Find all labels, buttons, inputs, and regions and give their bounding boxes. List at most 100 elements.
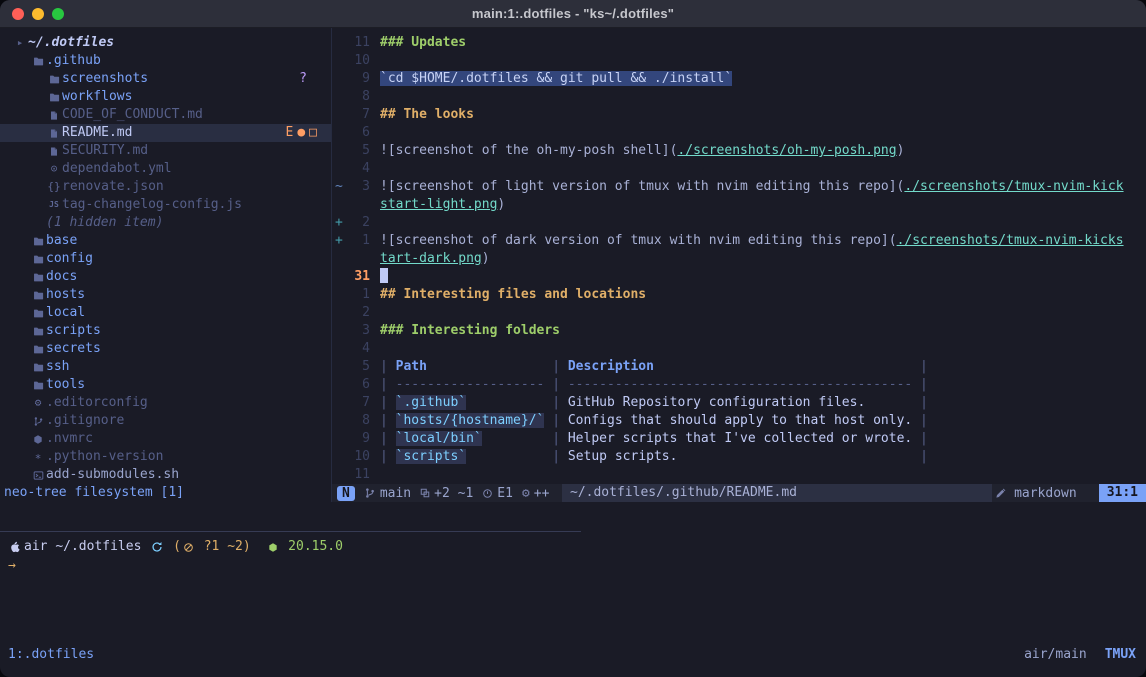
close-button[interactable] (12, 8, 24, 20)
tree-item-secrets[interactable]: secrets (0, 340, 331, 358)
tree-item-hosts[interactable]: hosts (0, 286, 331, 304)
tree-item-renovate.json[interactable]: {}renovate.json (0, 178, 331, 196)
gutter-sign (332, 250, 342, 268)
cursor-position: 31:1 (1099, 484, 1146, 502)
tree-item-scripts[interactable]: scripts (0, 322, 331, 340)
editor-line[interactable]: 31 (332, 268, 1146, 286)
diff-icon (420, 488, 430, 498)
editor-line[interactable]: 11### Updates (332, 34, 1146, 52)
apple-icon (10, 540, 22, 554)
minimize-button[interactable] (32, 8, 44, 20)
gutter-sign (332, 160, 342, 178)
line-text: ## Interesting files and locations (380, 286, 646, 304)
shell-host: air (24, 538, 47, 556)
editor-line[interactable]: 4 (332, 160, 1146, 178)
tree-item-security.md[interactable]: SECURITY.md (0, 142, 331, 160)
tree-item-readme.md[interactable]: README.mdE●□ (0, 124, 331, 142)
gutter-sign (332, 466, 342, 484)
editor-line[interactable]: start-light.png) (332, 196, 1146, 214)
editor-line[interactable]: 9`cd $HOME/.dotfiles && git pull && ./in… (332, 70, 1146, 88)
editor-line[interactable]: 5| Path | Description | (332, 358, 1146, 376)
shell-prompt-char[interactable]: → (8, 557, 16, 575)
tree-item-tag-changelog-config.js[interactable]: JStag-changelog-config.js (0, 196, 331, 214)
line-text: ### Updates (380, 34, 466, 52)
tree-item-label: hosts (46, 286, 85, 304)
tmux-pane-divider[interactable] (0, 531, 581, 532)
folder-icon (46, 74, 62, 85)
tree-item-.python-version[interactable]: ∗.python-version (0, 448, 331, 466)
editor-line[interactable]: 2 (332, 304, 1146, 322)
gutter-sign (332, 358, 342, 376)
line-text: ![screenshot of the oh-my-posh shell](./… (380, 142, 904, 160)
editor-line[interactable]: tart-dark.png) (332, 250, 1146, 268)
tree-item-config[interactable]: config (0, 250, 331, 268)
editor-line[interactable]: 7| `.github` | GitHub Repository configu… (332, 394, 1146, 412)
tree-item-add-submodules.sh[interactable]: add-submodules.sh (0, 466, 331, 484)
tree-item-.nvmrc[interactable]: .nvmrc (0, 430, 331, 448)
editor-line[interactable]: 4 (332, 340, 1146, 358)
editor-line[interactable]: 5 ![screenshot of the oh-my-posh shell](.… (332, 142, 1146, 160)
tree-item-code-of-conduct.md[interactable]: CODE_OF_CONDUCT.md (0, 106, 331, 124)
line-text: start-light.png) (380, 196, 505, 214)
statusline: N main +2 ~1 E1 ⚙ ++ ~/.dotfiles/.github… (332, 484, 1146, 502)
line-text (380, 268, 388, 286)
editor-line[interactable]: 1## Interesting files and locations (332, 286, 1146, 304)
line-number: 10 (342, 52, 370, 70)
tree-item-.editorconfig[interactable]: ⚙.editorconfig (0, 394, 331, 412)
tree-item-docs[interactable]: docs (0, 268, 331, 286)
editor-line[interactable]: 10| `scripts` | Setup scripts. | (332, 448, 1146, 466)
git-diff-segment: +2 ~1 (420, 486, 473, 501)
tree-item-local[interactable]: local (0, 304, 331, 322)
tree-item-label: .github (46, 52, 101, 70)
tree-item-screenshots[interactable]: screenshots? (0, 70, 331, 88)
line-number (342, 250, 370, 268)
editor-line[interactable]: +2 (332, 214, 1146, 232)
line-text: tart-dark.png) (380, 250, 490, 268)
tree-item-workflows[interactable]: workflows (0, 88, 331, 106)
tree-item-label: workflows (62, 88, 132, 106)
tree-item-.github[interactable]: .github (0, 52, 331, 70)
tree-item--1-hidden-item-[interactable]: (1 hidden item) (0, 214, 331, 232)
editor-line[interactable]: 3### Interesting folders (332, 322, 1146, 340)
tmux-session-label: air/main (1024, 645, 1087, 665)
tree-item-.gitignore[interactable]: .gitignore (0, 412, 331, 430)
tree-item-base[interactable]: base (0, 232, 331, 250)
gutter-sign (332, 304, 342, 322)
line-number: 9 (342, 430, 370, 448)
tree-item-dependabot.yml[interactable]: ⊙dependabot.yml (0, 160, 331, 178)
folder-icon (30, 326, 46, 337)
editor-line[interactable]: 6| ------------------- | ---------------… (332, 376, 1146, 394)
line-number: 6 (342, 376, 370, 394)
tree-item-ssh[interactable]: ssh (0, 358, 331, 376)
folder-icon (30, 362, 46, 373)
line-number: 5 (342, 142, 370, 160)
line-text: ![screenshot of dark version of tmux wit… (380, 232, 1124, 250)
diagnostics-segment: E1 (482, 486, 513, 501)
editor-line[interactable]: ~3![screenshot of light version of tmux … (332, 178, 1146, 196)
editor-line[interactable]: 6 (332, 124, 1146, 142)
tree-item--.dotfiles[interactable]: ▸~/.dotfiles (0, 34, 331, 52)
editor-line[interactable]: +1![screenshot of dark version of tmux w… (332, 232, 1146, 250)
editor-line[interactable]: 7## The looks (332, 106, 1146, 124)
line-text: | `scripts` | Setup scripts. | (380, 448, 928, 466)
line-text: | `.github` | GitHub Repository configur… (380, 394, 928, 412)
editor-line[interactable]: 9| `local/bin` | Helper scripts that I'v… (332, 430, 1146, 448)
statusline-right: markdown 31:1 (995, 484, 1146, 502)
editor-line[interactable]: 8 (332, 88, 1146, 106)
tree-item-label: tag-changelog-config.js (62, 196, 242, 214)
filetype-label: markdown (1014, 486, 1077, 501)
tree-item-label: SECURITY.md (62, 142, 148, 160)
tmux-window-label[interactable]: 1:.dotfiles (8, 645, 94, 665)
editor-line[interactable]: 11 (332, 466, 1146, 484)
editor-panel[interactable]: 11### Updates109`cd $HOME/.dotfiles && g… (332, 28, 1146, 484)
tree-item-label: dependabot.yml (62, 160, 172, 178)
line-text: ### Interesting folders (380, 322, 560, 340)
robot-icon: ⊙ (46, 160, 62, 178)
editor-line[interactable]: 10 (332, 52, 1146, 70)
gutter-sign (332, 430, 342, 448)
editor-line[interactable]: 8| `hosts/{hostname}/` | Configs that sh… (332, 412, 1146, 430)
tree-item-tools[interactable]: tools (0, 376, 331, 394)
zoom-button[interactable] (52, 8, 64, 20)
document-icon (46, 146, 62, 157)
file-path: ~/.dotfiles/.github/README.md (562, 484, 992, 502)
